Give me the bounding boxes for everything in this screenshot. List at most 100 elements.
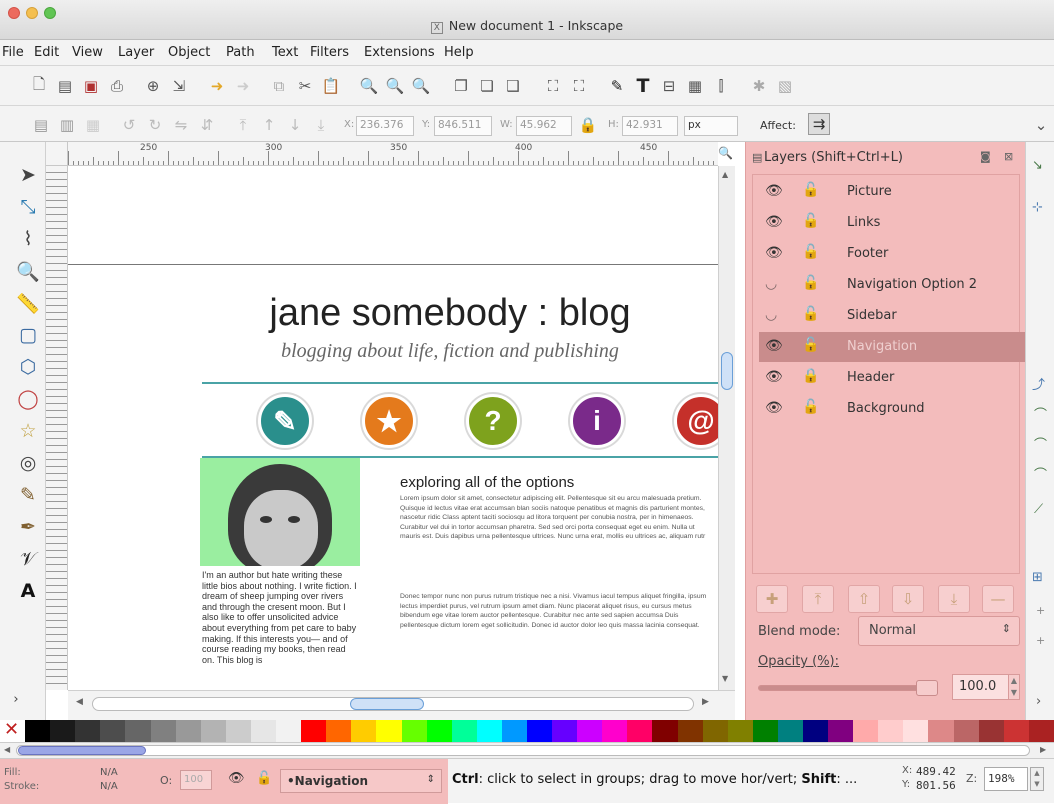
palette-swatch[interactable] [276, 720, 302, 742]
unlocked-icon[interactable]: 🔓 [802, 182, 819, 198]
palette-swatch[interactable] [803, 720, 829, 742]
palette-swatch[interactable] [978, 720, 1004, 742]
unlocked-icon[interactable]: 🔓 [802, 213, 819, 229]
palette-swatch[interactable] [903, 720, 929, 742]
xml-editor-icon[interactable]: ⊟ [658, 75, 680, 97]
select-all-layers-icon[interactable]: ▥ [56, 114, 78, 136]
zoom-correction-icon[interactable]: 🔍 [718, 146, 733, 160]
y-field[interactable]: 846.511 [434, 116, 492, 136]
palette-scroll-thumb[interactable] [18, 746, 146, 755]
palette-swatch[interactable] [25, 720, 51, 742]
menu-text[interactable]: Text [272, 45, 298, 60]
opacity-stepper-icon[interactable]: ▲ ▼ [1008, 674, 1020, 700]
text-font-icon[interactable]: T [632, 75, 654, 97]
visible-eye-icon[interactable]: 👁 [765, 338, 783, 354]
snap-enable-icon[interactable]: ↘ [1032, 158, 1043, 173]
palette-swatch[interactable] [301, 720, 327, 742]
palette-swatch[interactable] [100, 720, 126, 742]
affect-stroke-icon[interactable]: ⇉ [808, 113, 830, 135]
palette-swatch[interactable] [928, 720, 954, 742]
palette-swatch[interactable] [200, 720, 226, 742]
export-icon[interactable]: ⇲ [168, 75, 190, 97]
toolbar-overflow-chevron-icon[interactable]: ⌄ [1030, 114, 1052, 136]
palette-swatch[interactable] [75, 720, 101, 742]
visible-eye-icon[interactable]: 👁 [765, 214, 783, 230]
palette-swatch[interactable] [552, 720, 578, 742]
menu-file[interactable]: File [2, 45, 24, 60]
layer-row-picture[interactable]: 👁 🔓 Picture [759, 177, 1025, 207]
snap-cusp-icon[interactable]: ⌒ [1034, 464, 1047, 483]
horizontal-scrollbar[interactable]: ◀ ▶ [68, 690, 735, 720]
snap-midpoint-icon[interactable]: ⊞ [1032, 570, 1043, 585]
menu-filters[interactable]: Filters [310, 45, 349, 60]
raise-to-top-icon[interactable]: ⤒ [232, 114, 254, 136]
palette-swatch[interactable] [501, 720, 527, 742]
palette-swatch[interactable] [677, 720, 703, 742]
document-properties-icon[interactable]: ▧ [774, 75, 796, 97]
h-field[interactable]: 42.931 [622, 116, 678, 136]
snap-bbox-icon[interactable]: ⊹ [1032, 200, 1043, 215]
scroll-right-arrow-icon[interactable]: ▶ [702, 697, 709, 707]
palette-swatch[interactable] [351, 720, 377, 742]
lower-layer-to-bottom-button[interactable]: ⤓ [938, 585, 970, 613]
lock-proportions-icon[interactable]: 🔒 [577, 114, 599, 136]
menu-layer[interactable]: Layer [118, 45, 154, 60]
palette-swatch[interactable] [175, 720, 201, 742]
preferences-icon[interactable]: ✱ [748, 75, 770, 97]
layer-visibility-eye-icon[interactable]: 👁 [228, 771, 245, 786]
color-palette[interactable] [0, 720, 1054, 742]
duplicate-icon[interactable]: ❐ [450, 75, 472, 97]
layer-lock-icon[interactable]: 🔓 [256, 771, 272, 786]
palette-swatch[interactable] [1003, 720, 1029, 742]
lower-to-bottom-icon[interactable]: ⤓ [310, 114, 332, 136]
scroll-left-arrow-icon[interactable]: ◀ [76, 697, 83, 707]
lower-layer-button[interactable]: ⇩ [892, 585, 924, 613]
palette-swatch[interactable] [577, 720, 603, 742]
vertical-scroll-thumb[interactable] [721, 352, 733, 390]
vertical-scrollbar[interactable]: ▲ ▼ [718, 166, 735, 690]
palette-swatch[interactable] [401, 720, 427, 742]
palette-swatch[interactable] [777, 720, 803, 742]
palette-swatch[interactable] [652, 720, 678, 742]
palette-swatch[interactable] [752, 720, 778, 742]
hidden-eye-icon[interactable]: ◡ [765, 307, 777, 323]
ungroup-icon[interactable]: ⛶ [568, 75, 590, 97]
save-icon[interactable]: ▣ [80, 75, 102, 97]
node-tool-icon[interactable]: ⤡ [16, 194, 40, 220]
snap-center-icon[interactable]: + [1036, 604, 1045, 617]
layer-row-header[interactable]: 👁 🔒 Header [759, 363, 1025, 393]
ellipse-tool-icon[interactable]: ◯ [16, 386, 40, 412]
layer-row-sidebar[interactable]: ◡ 🔓 Sidebar [759, 301, 1025, 331]
palette-swatch[interactable] [476, 720, 502, 742]
palette-swatch[interactable] [602, 720, 628, 742]
palette-swatch[interactable] [627, 720, 653, 742]
text-tool-icon[interactable]: A [16, 578, 40, 604]
opacity-slider-track[interactable] [758, 685, 938, 691]
palette-swatch[interactable] [250, 720, 277, 742]
unlocked-icon[interactable]: 🔓 [802, 275, 819, 291]
layer-row-links[interactable]: 👁 🔓 Links [759, 208, 1025, 238]
deselect-icon[interactable]: ▦ [82, 114, 104, 136]
zoom-drawing-icon[interactable]: 🔍 [384, 75, 406, 97]
toolbox-more-chevron-icon[interactable]: › [4, 686, 28, 712]
unlocked-icon[interactable]: 🔓 [802, 399, 819, 415]
measure-tool-icon[interactable]: 📏 [16, 290, 40, 316]
panel-close-icon[interactable]: ⊠ [1004, 150, 1013, 163]
zoom-tool-icon[interactable]: 🔍 [16, 258, 40, 284]
zoom-page-icon[interactable]: 🔍 [410, 75, 432, 97]
snap-nodes-icon[interactable]: ⤴ [1032, 374, 1045, 393]
raise-layer-to-top-button[interactable]: ⤒ [802, 585, 834, 613]
select-all-icon[interactable]: ▤ [30, 114, 52, 136]
snap-path-icon[interactable]: ⌒ [1034, 404, 1047, 423]
palette-swatch[interactable] [426, 720, 452, 742]
layer-row-footer[interactable]: 👁 🔓 Footer [759, 239, 1025, 269]
layer-row-navigation[interactable]: 👁 🔓 Navigation [759, 332, 1025, 362]
layer-row-background[interactable]: 👁 🔓 Background [759, 394, 1025, 424]
snap-smooth-icon[interactable]: ⟋ [1034, 502, 1043, 517]
flip-vertical-icon[interactable]: ⇵ [196, 114, 218, 136]
add-layer-button[interactable]: ✚ [756, 585, 788, 613]
fill-stroke-icon[interactable]: ✎ [606, 75, 628, 97]
rectangle-tool-icon[interactable]: ▢ [16, 322, 40, 348]
scroll-down-arrow-icon[interactable]: ▼ [722, 674, 728, 683]
spiral-tool-icon[interactable]: ◎ [16, 450, 40, 476]
